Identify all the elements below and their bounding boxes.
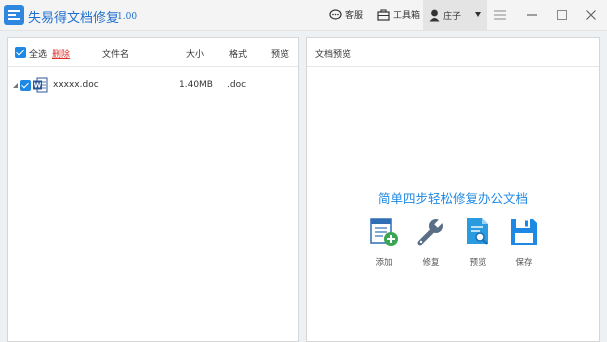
preview-slogan: 简单四步轻松修复办公文档 xyxy=(377,191,528,206)
close-icon[interactable] xyxy=(585,9,597,21)
select-all-checkbox[interactable] xyxy=(15,47,26,58)
app-title: 失易得文档修复 xyxy=(28,11,120,26)
document-preview-panel: 文档预览 简单四步轻松修复办公文档 添加 修复 预览 保存 xyxy=(306,37,600,342)
app-version: 1.00 xyxy=(117,12,138,22)
svg-text:W: W xyxy=(34,82,42,90)
toolbox-button[interactable]: 工具箱 xyxy=(377,8,420,21)
file-size: 1.40MB xyxy=(179,80,213,90)
step-add: 添加 xyxy=(364,216,404,268)
step-repair-label: 修复 xyxy=(422,258,440,268)
column-header-size[interactable]: 大小 xyxy=(186,47,204,60)
expand-triangle-icon[interactable] xyxy=(13,83,18,88)
column-header-preview[interactable]: 预览 xyxy=(271,47,289,60)
chat-bubble-icon xyxy=(329,8,342,20)
file-name: xxxxx.doc xyxy=(53,80,99,90)
add-document-icon xyxy=(370,218,398,246)
word-document-icon: W xyxy=(33,77,48,93)
user-avatar-icon xyxy=(429,9,440,22)
app-logo-icon xyxy=(4,5,24,25)
row-checkbox[interactable] xyxy=(20,80,31,91)
file-list-panel: 全选 删除 文件名 大小 格式 预览 W xxxxx.doc 1.40MB .d… xyxy=(7,37,299,342)
file-format: .doc xyxy=(227,80,247,90)
toolbox-label: 工具箱 xyxy=(393,11,421,21)
select-all-label[interactable]: 全选 xyxy=(29,47,47,60)
save-disk-icon xyxy=(511,219,537,245)
preview-panel-title: 文档预览 xyxy=(315,50,352,60)
step-add-label: 添加 xyxy=(375,258,393,268)
column-header-format[interactable]: 格式 xyxy=(229,47,247,60)
toolbox-icon xyxy=(377,8,390,21)
customer-service-label: 客服 xyxy=(345,11,364,21)
step-repair: 修复 xyxy=(411,216,451,268)
delete-link[interactable]: 删除 xyxy=(52,47,70,60)
step-preview-label: 预览 xyxy=(469,258,487,268)
step-save-label: 保存 xyxy=(515,258,533,268)
preview-panel-header: 文档预览 xyxy=(307,38,599,67)
user-menu[interactable]: 庄子 xyxy=(423,0,487,31)
step-save: 保存 xyxy=(504,216,544,268)
table-row[interactable]: W xxxxx.doc 1.40MB .doc xyxy=(8,76,298,96)
hamburger-menu-icon[interactable] xyxy=(494,9,506,21)
column-header-filename[interactable]: 文件名 xyxy=(102,47,129,60)
customer-service-button[interactable]: 客服 xyxy=(329,8,363,21)
wrench-icon xyxy=(417,216,446,246)
file-list-header: 全选 删除 文件名 大小 格式 预览 xyxy=(8,38,298,67)
step-preview: 预览 xyxy=(458,216,498,268)
user-name: 庄子 xyxy=(443,12,462,22)
maximize-icon[interactable] xyxy=(556,9,568,21)
minimize-icon[interactable] xyxy=(526,9,538,21)
chevron-down-icon[interactable] xyxy=(475,12,481,17)
title-bar: 失易得文档修复 1.00 客服 工具箱 庄子 xyxy=(0,0,607,31)
preview-document-icon xyxy=(467,218,488,245)
